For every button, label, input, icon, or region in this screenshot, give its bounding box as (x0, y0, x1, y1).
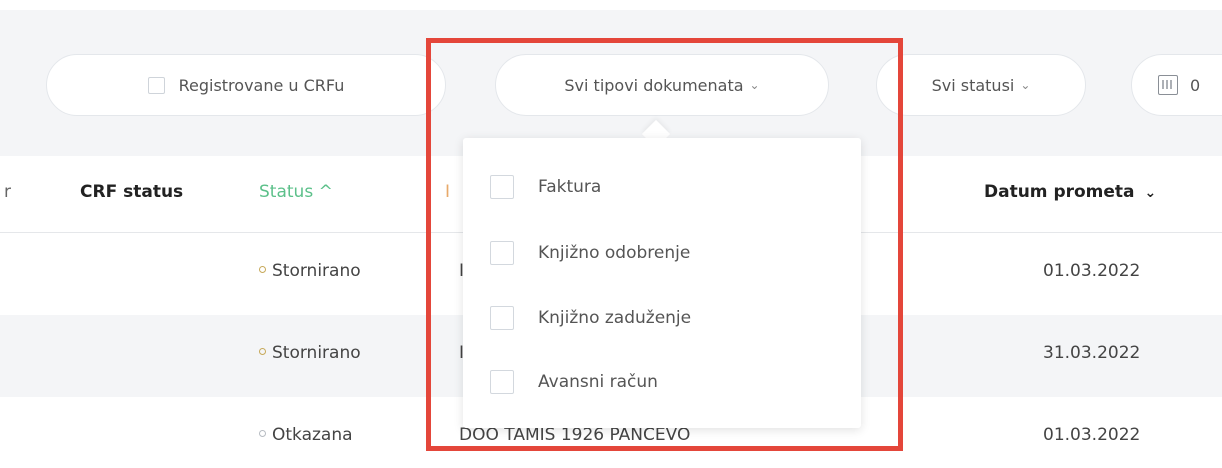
column-header-crf-status[interactable]: CRF status (80, 182, 183, 202)
status-cell: Otkazana (259, 425, 353, 445)
status-text: Stornirano (272, 343, 361, 363)
crf-registered-filter[interactable]: Registrovane u CRFu (46, 54, 446, 116)
status-text: Stornirano (272, 261, 361, 281)
column-header-partial[interactable]: r (4, 182, 11, 202)
status-cell: Stornirano (259, 261, 361, 281)
status-dot-icon (259, 429, 266, 437)
column-header-status[interactable]: Status ^ (259, 182, 333, 202)
highlight-box (426, 38, 903, 451)
crf-registered-checkbox[interactable] (147, 76, 165, 94)
column-header-date[interactable]: Datum prometa ⌄ (984, 182, 1156, 202)
status-dot-icon (259, 265, 266, 273)
date-cell: 01.03.2022 (1043, 261, 1141, 281)
column-header-date-label: Datum prometa (984, 182, 1135, 202)
date-filter[interactable]: 0 (1131, 54, 1222, 116)
chevron-down-icon: ⌄ (1144, 185, 1157, 201)
date-value: 0 (1190, 75, 1201, 95)
status-cell: Stornirano (259, 343, 361, 363)
status-text: Otkazana (272, 425, 353, 445)
calendar-icon (1158, 75, 1178, 95)
statuses-label: Svi statusi (931, 75, 1015, 95)
crf-registered-label: Registrovane u CRFu (178, 75, 345, 95)
chevron-down-icon: ⌄ (1020, 78, 1031, 92)
date-cell: 01.03.2022 (1043, 425, 1141, 445)
status-dot-icon (259, 347, 266, 355)
date-cell: 31.03.2022 (1043, 343, 1141, 363)
statuses-dropdown[interactable]: Svi statusi ⌄ (876, 54, 1086, 116)
